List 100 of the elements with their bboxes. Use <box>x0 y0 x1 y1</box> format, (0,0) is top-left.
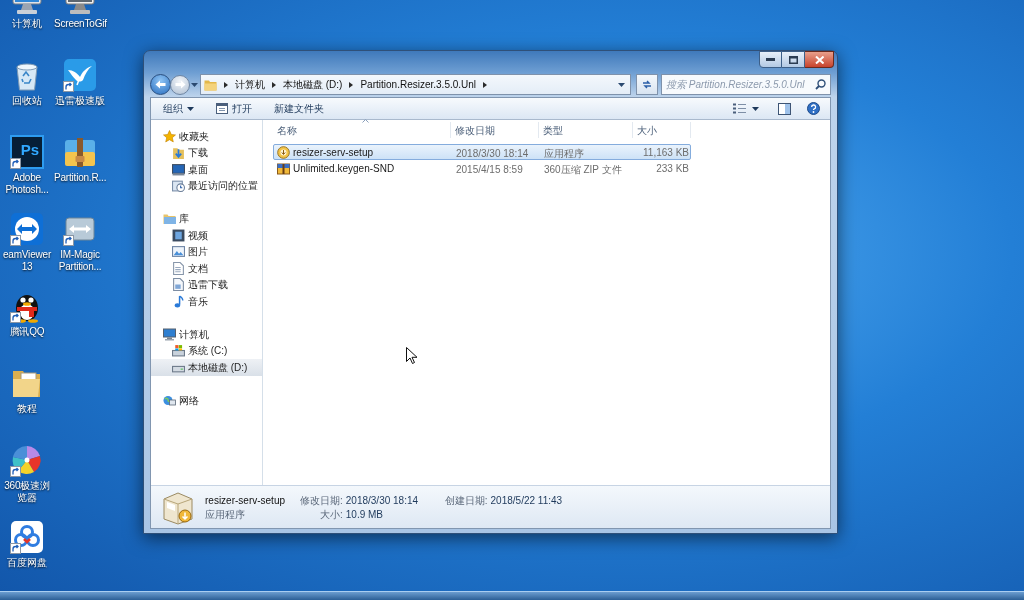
caret-down-icon <box>752 106 759 111</box>
field-label: 创建日期: <box>444 493 488 508</box>
back-button[interactable] <box>150 74 171 95</box>
installer-box-icon <box>160 489 196 525</box>
desktop-icon-label[interactable]: 360极速浏览器 <box>1 480 53 504</box>
view-list-icon <box>733 103 746 114</box>
caret-down-icon <box>187 106 194 111</box>
column-header[interactable]: 类型 <box>539 122 633 138</box>
mouse-pointer-icon <box>406 347 417 364</box>
desktop-icon-label[interactable]: 教程 <box>17 403 37 415</box>
sidebar-item[interactable]: 最近访问的位置 <box>151 177 262 194</box>
download-disc-icon <box>277 145 290 159</box>
file-name: resizer-serv-setup <box>205 493 287 508</box>
sidebar-item[interactable]: 下载 <box>151 144 262 161</box>
desktop-icon-label[interactable]: 腾讯QQ <box>9 326 45 338</box>
desktop-icon <box>172 162 185 176</box>
file-row[interactable]: resizer-serv-setup 2018/3/30 18:14 应用程序 11,163 KB <box>273 144 691 160</box>
minimize-button[interactable] <box>759 51 782 68</box>
logo-text: Ps <box>20 142 39 157</box>
breadcrumb-segment[interactable]: 本地磁盘 (D:) <box>283 77 343 92</box>
chevron-right-icon <box>224 81 228 88</box>
desktop-icon-label[interactable]: 计算机 <box>12 18 42 30</box>
desktop-icon-label[interactable]: ScreenToGif <box>54 18 106 30</box>
sidebar-item[interactable]: 迅雷下载 <box>151 276 262 293</box>
forward-button[interactable] <box>170 74 190 95</box>
field-label: 大小: <box>320 507 343 522</box>
search-field[interactable]: 搜索 Partition.Resizer.3.5.0.Unl <box>661 74 831 95</box>
recent-places-icon <box>172 179 185 193</box>
sidebar-item[interactable]: 音乐 <box>151 293 262 310</box>
sidebar-item[interactable]: 视频 <box>151 227 262 244</box>
pinwheel-icon[interactable] <box>10 443 44 477</box>
close-icon <box>814 55 824 64</box>
breadcrumb-segment[interactable]: 计算机 <box>235 77 265 92</box>
desktop-icon-label[interactable]: IM-Magic Partition... <box>54 249 106 273</box>
back-arrow-icon <box>155 80 166 89</box>
file-name: Unlimited.keygen-SND <box>293 161 395 176</box>
toolbar-button[interactable]: 组织 <box>157 98 200 119</box>
field-label: 修改日期: <box>300 493 343 508</box>
desktop-icon-label[interactable]: 百度网盘 <box>7 557 47 569</box>
file-row[interactable]: Unlimited.keygen-SND 2015/4/15 8:59 360压缩 ZIP 文件 233 KB <box>273 160 691 176</box>
modified-date: 2018/3/30 18:14 <box>456 148 529 159</box>
toolbar-button[interactable]: 新建文件夹 <box>268 98 330 119</box>
maximize-button[interactable] <box>782 51 805 68</box>
film-icon <box>172 228 185 242</box>
preview-pane-icon <box>778 102 791 115</box>
music-note-icon <box>172 294 185 308</box>
window-icon <box>216 103 228 114</box>
chevron-right-icon <box>483 81 488 88</box>
desktop-icon-label[interactable]: Partition.R... <box>54 172 106 184</box>
document-icon <box>172 261 185 275</box>
network-globe-icon <box>163 393 176 407</box>
breadcrumb-segment[interactable]: Partition.Resizer.3.5.0.Unl <box>360 77 477 92</box>
file-type: 360压缩 ZIP 文件 <box>544 164 622 175</box>
forward-arrow-icon <box>174 80 186 89</box>
search-icon <box>815 79 826 90</box>
sidebar-item[interactable]: 收藏夹 <box>151 128 262 145</box>
desktop-icon-label[interactable]: 回收站 <box>12 95 42 107</box>
chevron-right-icon <box>272 81 276 88</box>
sidebar-item[interactable]: 计算机 <box>151 326 262 343</box>
column-header[interactable]: 修改日期 <box>451 122 539 138</box>
bird-tile-icon[interactable] <box>63 58 97 92</box>
sidebar-item[interactable]: 文档 <box>151 260 262 277</box>
refresh-arrows-icon <box>641 79 653 90</box>
sidebar-item[interactable]: 本地磁盘 (D:) <box>151 359 262 376</box>
logo-tile[interactable]: Ps <box>10 135 44 169</box>
sidebar-item[interactable]: 网络 <box>151 392 262 409</box>
refresh-button[interactable] <box>636 74 658 95</box>
field-value: 10.9 MB <box>345 507 385 522</box>
library-folder-icon <box>163 212 176 226</box>
sidebar-item[interactable]: 桌面 <box>151 161 262 178</box>
caret-down-icon <box>191 82 198 87</box>
caret-down-icon <box>617 82 625 87</box>
toolbar-button[interactable]: 打开 <box>210 98 258 119</box>
computer-icon <box>163 327 176 341</box>
desktop-icon-label[interactable]: 迅雷极速版 <box>55 95 105 107</box>
close-button[interactable] <box>805 51 834 68</box>
column-header[interactable]: 大小 <box>633 122 691 138</box>
file-name: resizer-serv-setup <box>293 145 374 160</box>
cloud-rings-icon[interactable] <box>10 520 44 554</box>
file-size: 233 KB <box>656 161 689 176</box>
chevron-right-icon <box>349 81 354 88</box>
modified-date: 2015/4/15 8:59 <box>456 164 523 175</box>
column-header[interactable]: 名称 <box>273 122 451 138</box>
sidebar-item[interactable]: 库 <box>151 210 262 227</box>
system-drive-icon <box>172 344 185 358</box>
sidebar-item[interactable]: 图片 <box>151 243 262 260</box>
field-value: 2018/3/30 18:14 <box>345 493 420 508</box>
document-icon <box>172 278 185 292</box>
minimize-icon <box>766 58 775 61</box>
file-size: 11,163 KB <box>643 145 689 160</box>
sidebar-item[interactable]: 系统 (C:) <box>151 342 262 359</box>
desktop-icon-label[interactable]: Adobe Photosh... <box>1 172 53 196</box>
desktop-icon-label[interactable]: eamViewer 13 <box>1 249 53 273</box>
maximize-icon <box>788 55 798 64</box>
folder-icon <box>204 78 217 91</box>
file-type: 应用程序 <box>544 148 584 159</box>
field-value: 2018/5/22 11:43 <box>490 493 563 508</box>
star-icon <box>163 129 176 143</box>
strapped-folder-icon[interactable] <box>63 135 97 169</box>
help-button[interactable] <box>805 99 822 118</box>
